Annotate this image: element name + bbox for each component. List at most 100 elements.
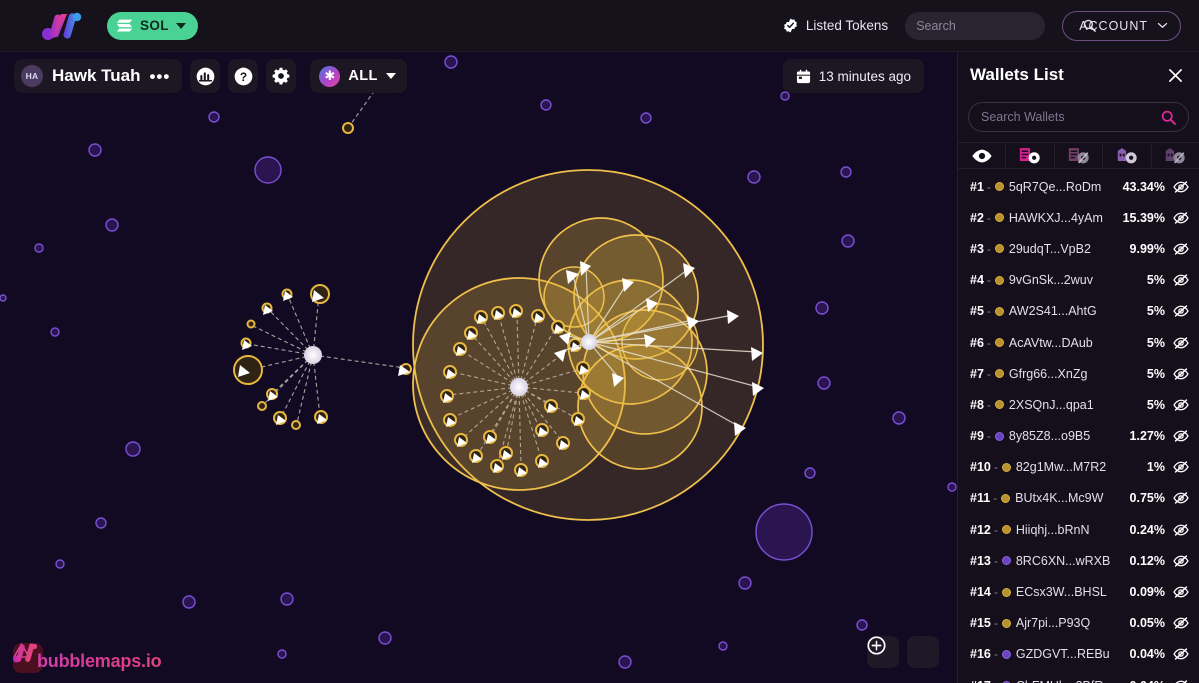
wallet-address[interactable]: 82g1Mw...M7R2 <box>1016 460 1106 474</box>
wallet-address[interactable]: 2XSQnJ...qpa1 <box>1009 398 1094 412</box>
wallets-list[interactable]: #1-5qR7Qe...RoDm43.34%#2-HAWKXJ...4yAm15… <box>958 169 1199 683</box>
wallet-rank: #13 <box>970 554 991 568</box>
eye-off-icon[interactable] <box>1173 179 1189 195</box>
eye-off-icon[interactable] <box>1173 459 1189 475</box>
wallet-address[interactable]: Ajr7pi...P93Q <box>1016 616 1090 630</box>
search-input[interactable] <box>916 19 1077 33</box>
wallets-search[interactable] <box>968 102 1189 132</box>
eye-off-icon[interactable] <box>1173 646 1189 662</box>
wallet-color-dot <box>1002 525 1011 534</box>
settings-button[interactable] <box>266 59 296 93</box>
wallet-address[interactable]: Gfrg66...XnZg <box>1009 367 1088 381</box>
wallet-address[interactable]: ECsx3W...BHSL <box>1016 585 1107 599</box>
wallet-row[interactable]: #13-8RC6XN...wRXB0.12% <box>958 545 1199 576</box>
wallet-percent: 43.34% <box>1123 180 1165 194</box>
header-search[interactable] <box>905 12 1045 40</box>
zoom-out-button[interactable] <box>907 636 939 668</box>
cluster-a-hub[interactable] <box>510 378 528 396</box>
filter-all-visible[interactable] <box>958 143 1006 168</box>
wallet-row[interactable]: #8-2XSQnJ...qpa15% <box>958 389 1199 420</box>
cluster-b-hub[interactable] <box>581 334 597 350</box>
eye-off-icon[interactable] <box>1173 553 1189 569</box>
wallet-address[interactable]: Hiiqhj...bRnN <box>1016 523 1090 537</box>
wallet-percent: 5% <box>1147 304 1165 318</box>
chain-selector-sol[interactable]: SOL <box>107 12 198 40</box>
wallet-address[interactable]: GZDGVT...REBu <box>1016 647 1110 661</box>
eye-off-icon[interactable] <box>1173 241 1189 257</box>
wallet-address[interactable]: AcAVtw...DAub <box>1009 336 1093 350</box>
map-toolbar: HA Hawk Tuah ••• ? <box>0 52 957 100</box>
chart-button[interactable] <box>190 59 220 93</box>
bubble-map-canvas[interactable]: bubblemaps.io <box>0 52 957 683</box>
wallet-address[interactable]: 8RC6XN...wRXB <box>1016 554 1110 568</box>
wallet-address[interactable]: BUtx4K...Mc9W <box>1015 491 1103 505</box>
wallet-row[interactable]: #1-5qR7Qe...RoDm43.34% <box>958 171 1199 202</box>
toolbar-left-group: HA Hawk Tuah ••• ? <box>14 59 407 93</box>
wallets-panel-header: Wallets List <box>958 57 1199 93</box>
wallet-percent: 5% <box>1147 367 1165 381</box>
chart-icon <box>196 67 215 86</box>
last-updated-chip[interactable]: 13 minutes ago <box>783 59 924 93</box>
eye-off-icon[interactable] <box>1173 615 1189 631</box>
panel-title: Wallets List <box>970 65 1064 85</box>
wallet-filter-all[interactable]: ✱ ALL <box>310 59 406 93</box>
close-icon[interactable] <box>1168 68 1183 83</box>
eye-off-icon[interactable] <box>1173 428 1189 444</box>
wallet-row[interactable]: #16-GZDGVT...REBu0.04% <box>958 639 1199 670</box>
token-name: Hawk Tuah <box>52 66 140 86</box>
filter-exchanges-hidden[interactable] <box>1152 143 1199 168</box>
wallet-row[interactable]: #2-HAWKXJ...4yAm15.39% <box>958 202 1199 233</box>
eye-off-icon[interactable] <box>1173 397 1189 413</box>
wallet-row[interactable]: #17-ChFMHk...3BfR0.04% <box>958 670 1199 683</box>
wallet-row[interactable]: #15-Ajr7pi...P93Q0.05% <box>958 608 1199 639</box>
wallet-row[interactable]: #11-BUtx4K...Mc9W0.75% <box>958 483 1199 514</box>
eye-off-icon[interactable] <box>1173 210 1189 226</box>
account-button[interactable]: ACCOUNT <box>1062 11 1181 41</box>
eye-off-icon[interactable] <box>1173 303 1189 319</box>
bubblemaps-watermark[interactable]: bubblemaps.io <box>13 643 163 673</box>
wallet-address[interactable]: 8y85Z8...o9B5 <box>1009 429 1090 443</box>
token-selector[interactable]: HA Hawk Tuah ••• <box>14 59 182 93</box>
listed-tokens-button[interactable]: Listed Tokens <box>783 18 888 33</box>
wallet-address[interactable]: 9vGnSk...2wuv <box>1009 273 1093 287</box>
bubblemaps-logo[interactable] <box>42 11 86 41</box>
wallet-rank: #7 <box>970 367 984 381</box>
wallet-percent: 0.75% <box>1130 491 1165 505</box>
filter-contracts-hidden[interactable] <box>1055 143 1103 168</box>
eye-off-icon[interactable] <box>1173 272 1189 288</box>
eye-off-icon[interactable] <box>1173 522 1189 538</box>
wallet-row[interactable]: #4-9vGnSk...2wuv5% <box>958 265 1199 296</box>
eye-off-icon[interactable] <box>1173 366 1189 382</box>
eye-off-icon[interactable] <box>1173 335 1189 351</box>
eye-off-icon[interactable] <box>1173 678 1189 683</box>
wallet-row[interactable]: #14-ECsx3W...BHSL0.09% <box>958 576 1199 607</box>
wallet-address[interactable]: 5qR7Qe...RoDm <box>1009 180 1101 194</box>
verified-badge-icon <box>783 18 798 33</box>
eye-off-icon[interactable] <box>1173 584 1189 600</box>
eye-off-icon[interactable] <box>1173 490 1189 506</box>
cluster-c-hub[interactable] <box>304 346 322 364</box>
cluster-c-nodes[interactable] <box>234 285 411 429</box>
search-icon[interactable] <box>1161 110 1176 125</box>
wallet-address[interactable]: HAWKXJ...4yAm <box>1009 211 1103 225</box>
token-more-icon[interactable]: ••• <box>149 72 170 81</box>
wallet-row[interactable]: #7-Gfrg66...XnZg5% <box>958 358 1199 389</box>
wallet-address[interactable]: 29udqT...VpB2 <box>1009 242 1091 256</box>
wallet-row[interactable]: #9-8y85Z8...o9B51.27% <box>958 421 1199 452</box>
minus-circle-icon <box>867 636 886 655</box>
wallet-percent: 15.39% <box>1123 211 1165 225</box>
filter-exchanges-visible[interactable] <box>1103 143 1151 168</box>
wallet-row[interactable]: #5-AW2S41...AhtG5% <box>958 296 1199 327</box>
orphan-node-a[interactable] <box>343 123 353 133</box>
wallet-address[interactable]: AW2S41...AhtG <box>1009 304 1097 318</box>
wallet-row[interactable]: #10-82g1Mw...M7R21% <box>958 452 1199 483</box>
bubble-graph[interactable] <box>0 52 957 683</box>
wallets-search-input[interactable] <box>981 110 1155 124</box>
filter-contracts-visible[interactable] <box>1006 143 1054 168</box>
wallet-row[interactable]: #12-Hiiqhj...bRnN0.24% <box>958 514 1199 545</box>
wallet-row[interactable]: #3-29udqT...VpB29.99% <box>958 233 1199 264</box>
wallet-rank: #8 <box>970 398 984 412</box>
help-button[interactable]: ? <box>228 59 258 93</box>
wallet-row[interactable]: #6-AcAVtw...DAub5% <box>958 327 1199 358</box>
wallet-address[interactable]: ChFMHk...3BfR <box>1016 679 1104 683</box>
